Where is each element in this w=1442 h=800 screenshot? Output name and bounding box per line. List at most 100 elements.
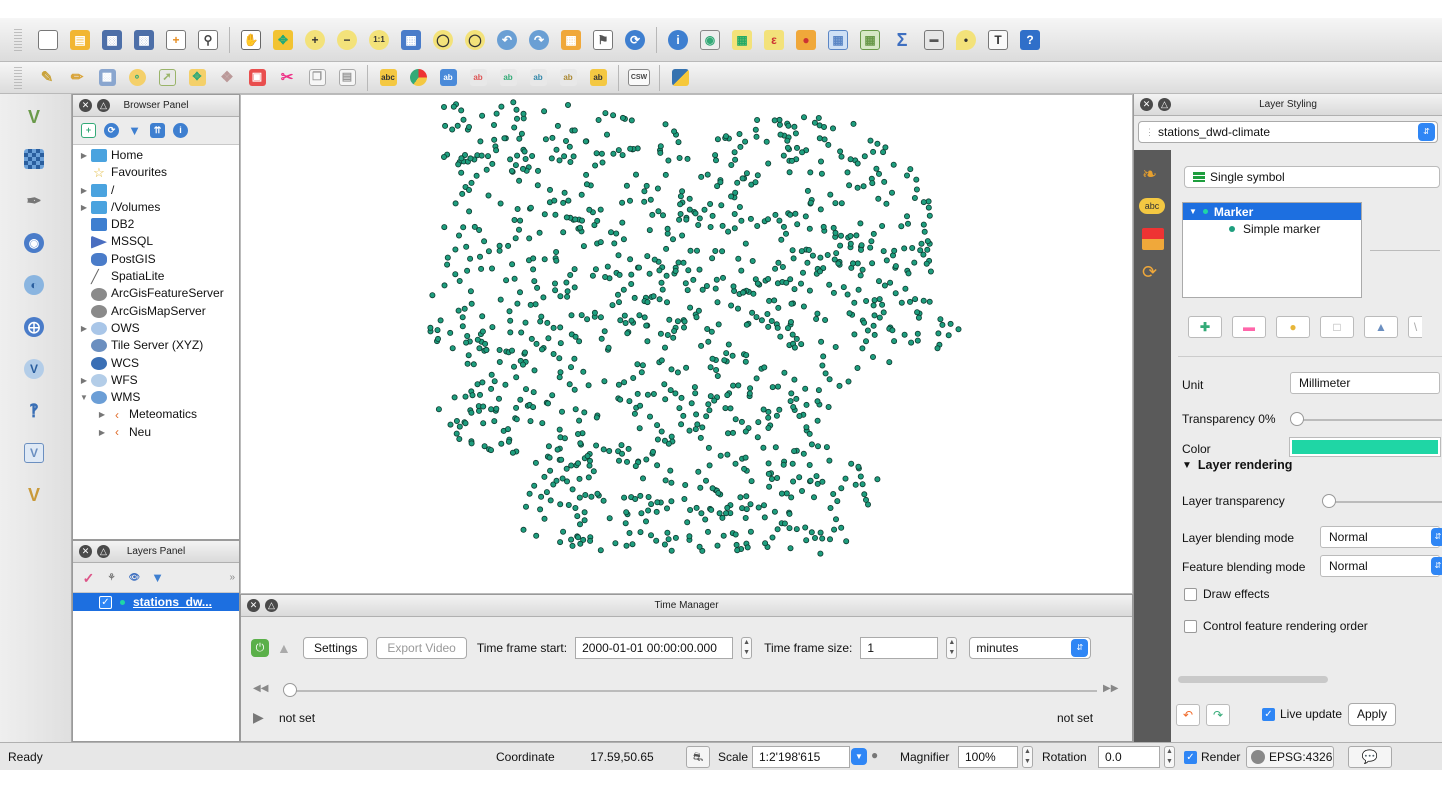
zoom-full-icon[interactable]: ▦: [395, 25, 427, 55]
station-point[interactable]: [792, 130, 799, 137]
zoom-next-icon[interactable]: ↷: [523, 25, 555, 55]
station-point[interactable]: [802, 213, 809, 220]
station-point[interactable]: [557, 539, 564, 546]
station-point[interactable]: [665, 536, 672, 543]
station-point[interactable]: [530, 404, 537, 411]
station-point[interactable]: [642, 518, 649, 525]
station-point[interactable]: [684, 287, 691, 294]
station-point[interactable]: [641, 188, 648, 195]
unit-select[interactable]: Millimeter: [1290, 372, 1440, 394]
new-project-icon[interactable]: [32, 25, 64, 55]
station-point[interactable]: [462, 420, 469, 427]
csw-icon[interactable]: CSW: [624, 65, 654, 91]
station-point[interactable]: [569, 542, 576, 549]
control-order-row[interactable]: Control feature rendering order: [1184, 619, 1368, 633]
station-point[interactable]: [611, 240, 618, 247]
station-point[interactable]: [478, 152, 485, 159]
station-point[interactable]: [622, 319, 629, 326]
station-point[interactable]: [685, 267, 692, 274]
station-point[interactable]: [859, 266, 866, 273]
station-point[interactable]: [686, 533, 693, 540]
station-point[interactable]: [788, 318, 795, 325]
station-point[interactable]: [743, 352, 750, 359]
station-point[interactable]: [854, 184, 861, 191]
station-point[interactable]: [846, 182, 853, 189]
station-point[interactable]: [628, 271, 635, 278]
station-point[interactable]: [743, 170, 750, 177]
time-frame-size-spinner[interactable]: ▲ ▼: [946, 637, 958, 659]
station-point[interactable]: [662, 121, 669, 128]
station-point[interactable]: [927, 268, 934, 275]
collapse-arrow-icon[interactable]: ▶: [77, 147, 91, 164]
station-point[interactable]: [509, 449, 516, 456]
station-point[interactable]: [474, 336, 481, 343]
close-icon[interactable]: ✕: [79, 545, 92, 558]
station-point[interactable]: [678, 394, 685, 401]
station-point[interactable]: [657, 149, 664, 156]
station-point[interactable]: [945, 332, 952, 339]
station-point[interactable]: [699, 424, 706, 431]
station-point[interactable]: [921, 228, 928, 235]
station-point[interactable]: [838, 524, 845, 531]
station-point[interactable]: [591, 309, 598, 316]
sum-icon[interactable]: Σ: [886, 25, 918, 55]
station-point[interactable]: [541, 473, 548, 480]
station-point[interactable]: [871, 312, 878, 319]
station-point[interactable]: [815, 443, 822, 450]
station-point[interactable]: [440, 103, 447, 110]
station-point[interactable]: [437, 317, 444, 324]
collapse-arrow-icon[interactable]: ▶: [77, 182, 91, 199]
station-point[interactable]: [791, 123, 798, 130]
station-point[interactable]: [698, 510, 705, 517]
station-point[interactable]: [898, 223, 905, 230]
station-point[interactable]: [553, 257, 560, 264]
station-point[interactable]: [558, 408, 565, 415]
station-point[interactable]: [561, 189, 568, 196]
station-point[interactable]: [563, 279, 570, 286]
station-point[interactable]: [740, 289, 747, 296]
station-point[interactable]: [665, 157, 672, 164]
station-point[interactable]: [478, 265, 485, 272]
station-point[interactable]: [615, 381, 622, 388]
station-point[interactable]: [722, 510, 729, 517]
station-point[interactable]: [694, 421, 701, 428]
station-point[interactable]: [537, 318, 544, 325]
station-point[interactable]: [790, 255, 797, 262]
station-point[interactable]: [861, 491, 868, 498]
station-point[interactable]: [747, 501, 754, 508]
station-point[interactable]: [732, 416, 739, 423]
station-point[interactable]: [528, 335, 535, 342]
station-point[interactable]: [754, 116, 761, 123]
station-point[interactable]: [763, 138, 770, 145]
station-point[interactable]: [826, 376, 833, 383]
lock-scale-icon[interactable]: ●: [871, 748, 885, 765]
station-point[interactable]: [654, 499, 661, 506]
station-point[interactable]: [513, 106, 520, 113]
properties-icon[interactable]: i: [173, 123, 188, 138]
browser-item-meteomatics[interactable]: ▶ ‹ Meteomatics: [73, 406, 239, 423]
collapse-arrow-icon[interactable]: ▶: [77, 199, 91, 216]
station-point[interactable]: [556, 426, 563, 433]
style-manager-icon[interactable]: ✓: [81, 570, 96, 585]
station-point[interactable]: [680, 324, 687, 331]
station-point[interactable]: [560, 229, 567, 236]
station-point[interactable]: [646, 413, 653, 420]
station-point[interactable]: [908, 339, 915, 346]
map-canvas[interactable]: [240, 94, 1133, 594]
float-icon[interactable]: △: [97, 99, 110, 112]
station-point[interactable]: [461, 305, 468, 312]
station-point[interactable]: [514, 152, 521, 159]
layer-transparency-slider[interactable]: [1324, 501, 1442, 503]
station-point[interactable]: [532, 459, 539, 466]
station-point[interactable]: [612, 540, 619, 547]
diagram-tool-icon[interactable]: [403, 65, 433, 91]
station-point[interactable]: [901, 245, 908, 252]
station-point[interactable]: [634, 390, 641, 397]
station-point[interactable]: [511, 217, 518, 224]
station-point[interactable]: [714, 542, 721, 549]
station-point[interactable]: [602, 273, 609, 280]
station-point[interactable]: [754, 434, 761, 441]
station-point[interactable]: [488, 385, 495, 392]
station-point[interactable]: [864, 327, 871, 334]
browser-item-volumes[interactable]: ▶ /Volumes: [73, 199, 239, 216]
